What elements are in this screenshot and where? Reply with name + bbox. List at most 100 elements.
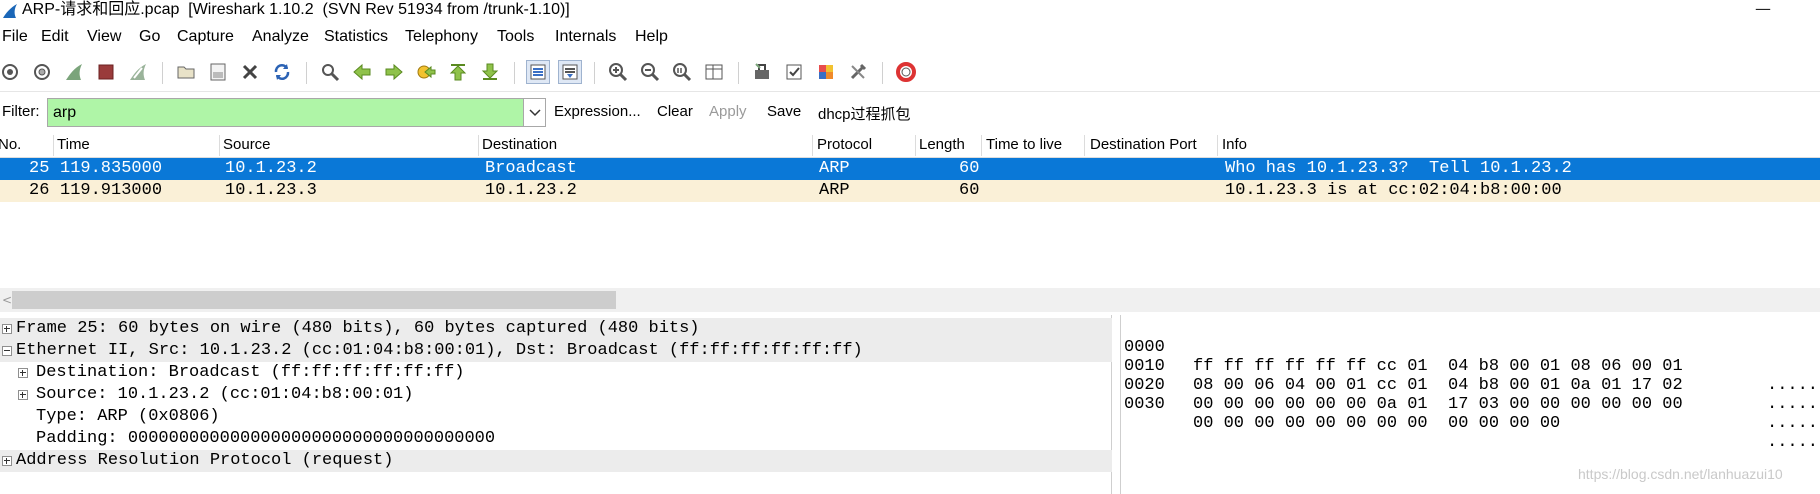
menu-go[interactable]: Go <box>139 27 160 47</box>
tree-item-source[interactable]: Source: 10.1.23.2 (cc:01:04:b8:00:01) <box>0 384 1112 406</box>
expand-plus-icon[interactable] <box>2 456 12 466</box>
window-title: ARP-请求和回应.pcap [Wireshark 1.10.2 (SVN Re… <box>22 1 570 18</box>
preferences-icon[interactable] <box>846 60 870 84</box>
zoom-normal-icon[interactable] <box>670 60 694 84</box>
hex-ascii: ...... <box>1767 433 1820 452</box>
menu-statistics[interactable]: Statistics <box>324 27 388 47</box>
go-to-packet-icon[interactable] <box>414 60 438 84</box>
column-separator[interactable] <box>812 135 813 156</box>
tree-item-ethernet[interactable]: Ethernet II, Src: 10.1.23.2 (cc:01:04:b8… <box>0 340 1112 362</box>
column-separator[interactable] <box>53 135 54 156</box>
column-separator[interactable] <box>1217 135 1218 156</box>
menu-capture[interactable]: Capture <box>177 27 234 47</box>
help-icon[interactable] <box>894 60 918 84</box>
options-icon[interactable] <box>30 60 54 84</box>
toolbar-separator <box>882 62 883 84</box>
column-separator[interactable] <box>219 135 220 156</box>
resize-columns-icon[interactable] <box>702 60 726 84</box>
clear-button[interactable]: Clear <box>657 103 693 120</box>
save-filter-button[interactable]: Save <box>767 103 801 120</box>
save-file-icon[interactable] <box>206 60 230 84</box>
cell-time: 119.913000 <box>60 181 163 200</box>
colorize-icon[interactable] <box>526 60 550 84</box>
packet-row[interactable]: 25 119.835000 10.1.23.2 Broadcast ARP 60… <box>0 158 1820 180</box>
filter-dropdown-button[interactable] <box>524 98 546 127</box>
tree-item-destination[interactable]: Destination: Broadcast (ff:ff:ff:ff:ff:f… <box>0 362 1112 384</box>
tree-item-frame[interactable]: Frame 25: 60 bytes on wire (480 bits), 6… <box>0 318 1112 340</box>
wireshark-fin-icon <box>3 4 17 18</box>
scroll-left-icon[interactable]: < <box>2 293 12 307</box>
hex-bytes: 00 00 00 00 00 00 00 00 00 00 00 00 <box>1193 414 1561 433</box>
column-separator[interactable] <box>478 135 479 156</box>
minimize-button[interactable]: — <box>1740 0 1786 20</box>
cell-info: 10.1.23.3 is at cc:02:04:b8:00:00 <box>1225 181 1562 200</box>
open-file-icon[interactable] <box>174 60 198 84</box>
column-header-protocol[interactable]: Protocol <box>817 136 872 153</box>
coloring-rules-icon[interactable] <box>814 60 838 84</box>
tree-item-padding[interactable]: Padding: 0000000000000000000000000000000… <box>0 428 1112 450</box>
column-header-length[interactable]: Length <box>919 136 965 153</box>
column-header-time-to-live[interactable]: Time to live <box>986 136 1062 153</box>
hex-row[interactable]: 0000 ff ff ff ff ff ff cc 01 04 b8 00 01… <box>1121 319 1820 395</box>
hex-row[interactable]: 0030 00 00 00 00 00 00 00 00 00 00 00 00… <box>1121 376 1820 452</box>
menu-view[interactable]: View <box>87 27 121 47</box>
expand-plus-icon[interactable] <box>2 324 12 334</box>
column-header-info[interactable]: Info <box>1222 136 1247 153</box>
interfaces-icon[interactable] <box>0 60 22 84</box>
toolbar-separator <box>162 62 163 84</box>
autoscroll-icon[interactable] <box>558 60 582 84</box>
close-file-icon[interactable] <box>238 60 262 84</box>
stop-capture-icon[interactable] <box>94 60 118 84</box>
go-forward-icon[interactable] <box>382 60 406 84</box>
go-back-icon[interactable] <box>350 60 374 84</box>
column-separator[interactable] <box>915 135 916 156</box>
menu-internals[interactable]: Internals <box>555 27 616 47</box>
cell-destination: Broadcast <box>485 159 577 178</box>
expression-button[interactable]: Expression... <box>554 103 641 120</box>
menu-help[interactable]: Help <box>635 27 668 47</box>
column-separator[interactable] <box>981 135 982 156</box>
column-header-destination-port[interactable]: Destination Port <box>1090 136 1197 153</box>
hex-bytes: ff ff ff ff ff ff cc 01 04 b8 00 01 08 0… <box>1193 357 1683 376</box>
reload-icon[interactable] <box>270 60 294 84</box>
capture-filters-icon[interactable] <box>750 60 774 84</box>
cell-protocol: ARP <box>819 181 850 200</box>
column-separator[interactable] <box>1084 135 1085 156</box>
expand-plus-icon[interactable] <box>18 390 28 400</box>
saved-filter-dhcp-button[interactable]: dhcp过程抓包 <box>818 103 911 124</box>
zoom-out-icon[interactable] <box>638 60 662 84</box>
collapse-minus-icon[interactable] <box>2 346 12 356</box>
hex-row[interactable]: 0020 00 00 00 00 00 00 0a 01 17 03 00 00… <box>1121 357 1820 433</box>
column-header-source[interactable]: Source <box>223 136 271 153</box>
menu-telephony[interactable]: Telephony <box>405 27 478 47</box>
tree-item-arp[interactable]: Address Resolution Protocol (request) <box>0 450 1112 472</box>
display-filter-input[interactable]: arp <box>47 98 524 127</box>
toolbar-separator <box>594 62 595 84</box>
zoom-in-icon[interactable] <box>606 60 630 84</box>
column-header-no[interactable]: No. <box>0 136 21 153</box>
column-header-time[interactable]: Time <box>57 136 90 153</box>
apply-button[interactable]: Apply <box>709 103 747 120</box>
menu-tools[interactable]: Tools <box>497 27 534 47</box>
tree-item-label: Padding: 0000000000000000000000000000000… <box>36 429 496 448</box>
packet-row[interactable]: 26 119.913000 10.1.23.3 10.1.23.2 ARP 60… <box>0 180 1820 202</box>
scrollbar-thumb[interactable] <box>12 291 616 309</box>
tree-item-type[interactable]: Type: ARP (0x0806) <box>0 406 1112 428</box>
expand-plus-icon[interactable] <box>18 368 28 378</box>
go-first-icon[interactable] <box>446 60 470 84</box>
menu-bar: File Edit View Go Capture Analyze Statis… <box>0 22 1820 52</box>
go-last-icon[interactable] <box>478 60 502 84</box>
start-capture-icon[interactable] <box>62 60 86 84</box>
display-filters-icon[interactable] <box>782 60 806 84</box>
tree-item-label: Source: 10.1.23.2 (cc:01:04:b8:00:01) <box>36 385 414 404</box>
restart-capture-icon[interactable] <box>126 60 150 84</box>
cell-time: 119.835000 <box>60 159 163 178</box>
menu-analyze[interactable]: Analyze <box>252 27 309 47</box>
hex-row[interactable]: 0010 08 00 06 04 00 01 cc 01 04 b8 00 01… <box>1121 338 1820 414</box>
menu-file[interactable]: File <box>2 27 28 47</box>
menu-edit[interactable]: Edit <box>41 27 69 47</box>
find-packet-icon[interactable] <box>318 60 342 84</box>
packet-list-hscrollbar[interactable]: < <box>0 288 1820 312</box>
cell-length: 60 <box>959 181 980 200</box>
column-header-destination[interactable]: Destination <box>482 136 557 153</box>
